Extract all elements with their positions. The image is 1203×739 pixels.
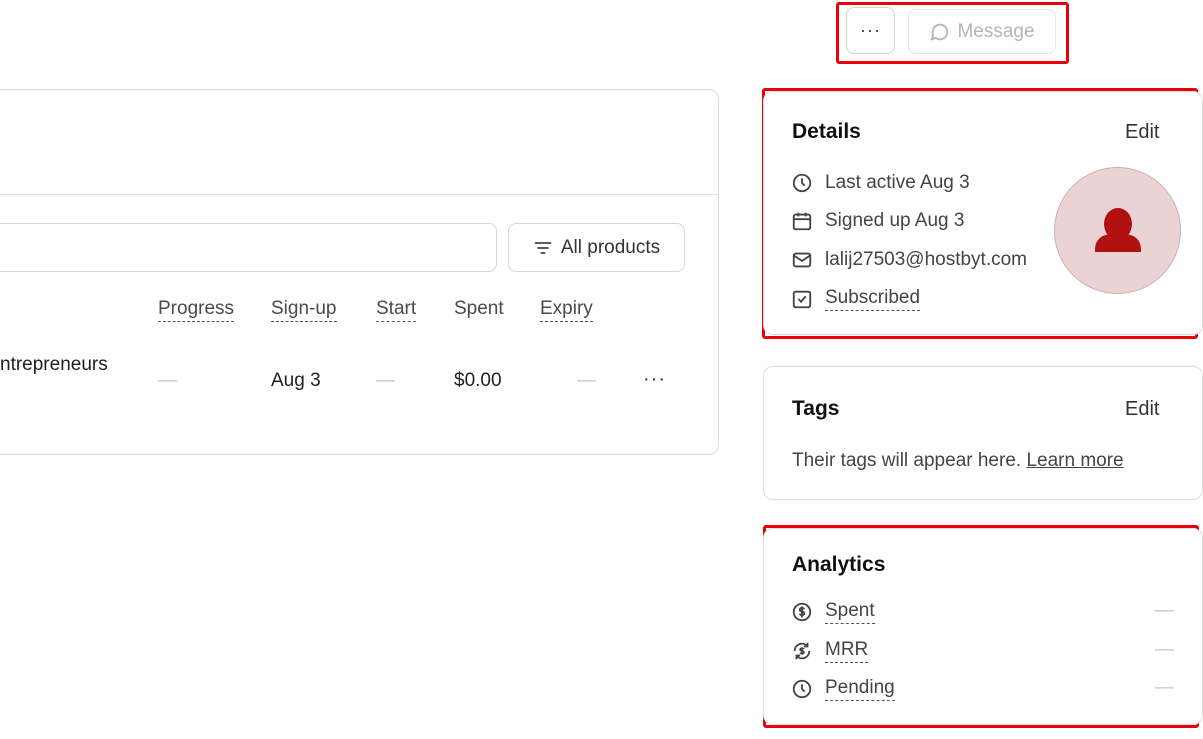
last-active-text: Last active Aug 3 [825, 172, 970, 193]
clock-icon [792, 173, 812, 193]
clock-icon [792, 679, 812, 699]
column-header-progress[interactable]: Progress [158, 298, 235, 322]
details-edit-button[interactable]: Edit [1125, 121, 1159, 144]
row-expiry: — [577, 370, 596, 391]
search-input[interactable] [0, 223, 497, 272]
more-icon: ··· [860, 20, 881, 40]
analytics-row-spent: Spent [791, 600, 875, 624]
analytics-label-mrr[interactable]: MRR [825, 639, 869, 663]
analytics-title: Analytics [792, 553, 886, 576]
last-active-row: Last active Aug 3 [791, 172, 970, 194]
analytics-value-pending: — [1155, 677, 1174, 698]
checkbox-icon [792, 290, 812, 309]
details-title: Details [792, 120, 861, 143]
dollar-circle-icon [792, 602, 812, 622]
signed-up-text: Signed up Aug 3 [825, 210, 965, 231]
row-progress: — [158, 370, 177, 391]
row-start: — [376, 370, 395, 391]
email-row: lalij27503@hostbyt.com [791, 249, 1027, 271]
row-signup: Aug 3 [271, 370, 321, 391]
column-header-expiry[interactable]: Expiry [540, 298, 593, 322]
learn-more-link[interactable]: Learn more [1026, 450, 1123, 471]
analytics-label-spent[interactable]: Spent [825, 600, 875, 624]
row-spent: $0.00 [454, 370, 502, 391]
user-icon [1095, 208, 1141, 252]
analytics-label-pending[interactable]: Pending [825, 677, 895, 701]
analytics-value-spent: — [1155, 600, 1174, 621]
subscribed-row: Subscribed [791, 287, 921, 311]
analytics-row-mrr: MRR [791, 639, 869, 663]
email-text[interactable]: lalij27503@hostbyt.com [825, 249, 1027, 271]
message-label: Message [957, 20, 1035, 42]
calendar-icon [792, 212, 812, 231]
purchases-card [0, 89, 719, 455]
message-button[interactable]: Message [908, 9, 1056, 54]
signed-up-row: Signed up Aug 3 [791, 210, 964, 232]
filter-label: All products [560, 236, 661, 258]
filter-icon [534, 241, 552, 254]
filter-products-button[interactable]: All products [508, 223, 685, 272]
column-header-start[interactable]: Start [376, 298, 417, 322]
row-more-button[interactable]: ··· [643, 368, 666, 391]
avatar [1054, 167, 1181, 294]
tags-edit-button[interactable]: Edit [1125, 398, 1159, 421]
column-header-signup[interactable]: Sign-up [271, 298, 337, 322]
subscribed-text[interactable]: Subscribed [825, 287, 921, 311]
analytics-value-mrr: — [1155, 639, 1174, 660]
tags-title: Tags [792, 397, 840, 420]
column-header-spent: Spent [454, 298, 504, 319]
tags-description: Their tags will appear here. [792, 450, 1022, 471]
chat-bubble-icon [930, 23, 949, 41]
product-name[interactable]: ntrepreneurs [0, 354, 108, 376]
recurring-dollar-icon [793, 642, 811, 660]
analytics-card: Analytics Spent — MRR — Pending — [763, 528, 1203, 725]
tags-empty-text: Their tags will appear here. Learn more [792, 450, 1124, 472]
mail-icon [792, 252, 812, 268]
more-actions-button[interactable]: ··· [846, 7, 895, 54]
tags-card: Tags Edit Their tags will appear here. L… [763, 366, 1203, 500]
card-divider [0, 194, 718, 195]
analytics-row-pending: Pending [791, 677, 895, 701]
